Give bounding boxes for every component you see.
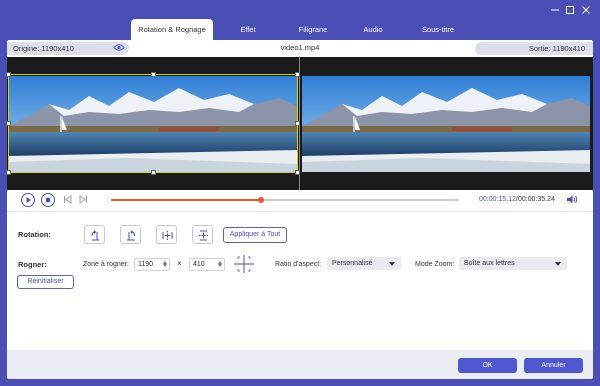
crop-handle-bottom[interactable] <box>151 170 156 175</box>
progress-fill <box>111 199 261 201</box>
progress-bar[interactable] <box>111 197 459 203</box>
cancel-button[interactable]: Annuler <box>524 358 583 373</box>
crop-handle-top-right[interactable] <box>295 72 300 77</box>
rotate-right-button[interactable] <box>120 225 141 244</box>
crop-handle-bottom-left[interactable] <box>6 170 11 175</box>
aspect-ratio-select[interactable]: Personnalisé <box>327 257 401 270</box>
rotate-left-icon <box>91 230 99 241</box>
crop-handle-bottom-right[interactable] <box>295 170 300 175</box>
rotate-left-button[interactable] <box>84 225 105 244</box>
crop-height-input[interactable]: 410 <box>189 258 225 271</box>
reset-button[interactable]: Réinitialiser <box>17 275 74 289</box>
crop-height-value: 410 <box>193 261 205 268</box>
rotation-label: Rotation: <box>18 230 51 239</box>
ok-button[interactable]: OK <box>458 358 517 373</box>
crop-zone-label: Zone à rogner: <box>83 261 129 268</box>
crop-label: Rogner: <box>18 260 47 269</box>
progress-handle[interactable] <box>257 197 264 203</box>
crop-height-stepper[interactable] <box>217 260 223 269</box>
flip-horizontal-icon <box>162 231 173 240</box>
maximize-icon[interactable] <box>564 5 576 17</box>
volume-icon[interactable] <box>566 194 578 207</box>
chevron-down-icon <box>389 262 395 266</box>
crop-handle-top-left[interactable] <box>6 72 11 77</box>
crop-width-input[interactable]: 1190 <box>134 258 170 271</box>
tab-effect[interactable]: Effet <box>213 19 283 40</box>
main-panel: Origine: 1190x410 video1.mp4 Sortie: 119… <box>6 40 593 379</box>
output-video-frame <box>302 76 590 172</box>
tab-subtitle[interactable]: Sous-titre <box>403 19 473 40</box>
zoom-mode-value: Boîte aux lettres <box>464 260 515 267</box>
playback-controls: 00:00:15.12/00:00:35.24 <box>7 190 593 210</box>
current-time: 00:00:15.12 <box>479 196 516 203</box>
flip-vertical-icon <box>199 230 208 241</box>
total-time: 00:00:35.24 <box>517 196 555 203</box>
zoom-mode-label: Mode Zoom: <box>415 261 455 268</box>
rotate-right-icon <box>127 230 135 241</box>
editor-window: Rotation & Rognage Effet Filigrane Audio… <box>0 0 600 386</box>
source-video-pane[interactable] <box>9 76 297 172</box>
tab-audio[interactable]: Audio <box>343 19 403 40</box>
tab-watermark[interactable]: Filigrane <box>283 19 343 40</box>
flip-vertical-button[interactable] <box>192 225 213 244</box>
zoom-mode-select[interactable]: Boîte aux lettres <box>459 257 567 270</box>
chevron-down-icon <box>555 262 561 266</box>
apply-all-button[interactable]: Appliquer à Tout <box>223 227 287 243</box>
crop-handle-left[interactable] <box>6 121 11 126</box>
output-resolution: Sortie: 1190x410 <box>475 42 593 55</box>
source-video-frame <box>9 76 297 172</box>
next-frame-icon[interactable] <box>79 195 88 206</box>
crosshair-center-icon[interactable] <box>233 254 255 276</box>
output-video-pane <box>301 76 591 172</box>
title-bar: Rotation & Rognage Effet Filigrane Audio… <box>0 0 600 40</box>
video-preview-area <box>6 57 593 190</box>
crop-handle-right[interactable] <box>295 121 300 126</box>
crop-width-stepper[interactable] <box>162 260 168 269</box>
aspect-ratio-value: Personnalisé <box>332 260 373 267</box>
minimize-icon[interactable] <box>549 5 561 17</box>
crop-width-value: 1190 <box>138 261 154 268</box>
previous-frame-icon[interactable] <box>63 195 72 206</box>
stop-icon[interactable] <box>41 193 55 207</box>
aspect-ratio-label: Ratio d'aspect: <box>275 261 322 268</box>
crop-handle-top[interactable] <box>151 72 156 77</box>
play-icon[interactable] <box>21 193 35 207</box>
tab-rotation-crop[interactable]: Rotation & Rognage <box>131 19 213 40</box>
section-divider <box>7 211 593 212</box>
times-sign: × <box>177 259 182 268</box>
tab-bar: Rotation & Rognage Effet Filigrane Audio… <box>131 19 473 40</box>
info-bar: Origine: 1190x410 video1.mp4 Sortie: 119… <box>7 40 593 57</box>
flip-horizontal-button[interactable] <box>156 225 177 244</box>
time-display: 00:00:15.12/00:00:35.24 <box>479 196 555 203</box>
close-icon[interactable] <box>580 5 592 17</box>
